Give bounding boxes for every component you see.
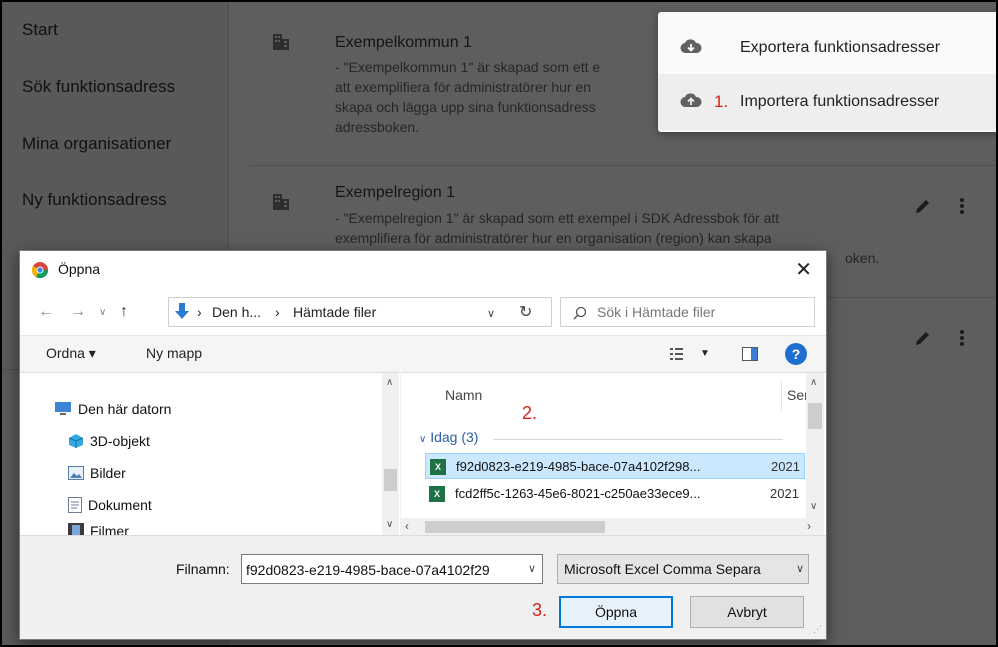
row-actions [913,196,965,216]
pictures-icon [68,466,84,480]
scroll-up-icon[interactable]: ∧ [386,377,393,388]
view-options-icon[interactable] [670,347,686,361]
filetype-dropdown-icon[interactable]: ∨ [796,562,804,575]
close-icon[interactable]: ✕ [795,257,812,282]
organize-button[interactable]: Ordna ▾ [46,345,96,362]
navigation-bar: ← → ∨ ↑ › Den h... › Hämtade filer ∨ ↻ [20,289,826,335]
step-1-marker: 1. [714,92,729,111]
scroll-thumb[interactable] [384,469,397,491]
more-vert-icon[interactable] [959,328,965,348]
up-arrow-icon[interactable]: ↑ [120,303,128,321]
preview-pane-icon[interactable] [742,347,758,361]
chrome-icon [32,262,48,278]
resize-grip-icon[interactable]: ⋰ [813,624,822,635]
app-window: Start Sök funktionsadress Mina organisat… [0,0,998,647]
forward-arrow-icon[interactable]: → [70,303,86,321]
export-menu-item[interactable]: Exportera funktionsadresser [658,20,996,76]
cancel-button[interactable]: Avbryt [690,596,804,628]
scroll-down-icon[interactable]: ∨ [810,501,817,512]
scroll-up-icon[interactable]: ∧ [810,377,817,388]
column-header-name[interactable]: Namn [445,387,482,403]
breadcrumb-this-pc[interactable]: Den h... [212,304,261,320]
back-arrow-icon[interactable]: ← [38,303,54,321]
edit-icon[interactable] [913,196,933,216]
refresh-icon[interactable]: ↻ [519,302,532,322]
dialog-titlebar: Öppna ✕ [20,251,826,289]
actions-menu: Exportera funktionsadresser 1. Importera… [658,12,996,132]
tree-item-pictures[interactable]: Bilder [68,465,126,481]
export-label: Exportera funktionsadresser [740,39,941,56]
breadcrumb-downloads[interactable]: Hämtade filer [293,304,376,320]
tree-item-this-pc[interactable]: Den här datorn [54,401,171,417]
tree-item-documents[interactable]: Dokument [68,497,152,513]
dialog-title: Öppna [58,261,101,277]
navigation-tree: Den här datorn 3D-objekt Bilder Dokument… [20,372,400,536]
scroll-down-icon[interactable]: ∨ [386,519,393,530]
filetype-select[interactable]: Microsoft Excel Comma Separa ∨ [557,554,809,584]
step-3-marker: 3. [532,600,548,620]
filename-input[interactable] [246,560,518,580]
chevron-down-icon[interactable]: ∨ [99,307,106,318]
filename-dropdown-icon[interactable]: ∨ [528,562,536,575]
file-row[interactable]: X fcd2ff5c-1263-45e6-8021-c250ae33ece9..… [425,481,805,507]
sidebar-item-search[interactable]: Sök funktionsadress [22,77,175,97]
dialog-footer: Filnamn: ∨ Microsoft Excel Comma Separa … [20,535,826,639]
address-dropdown-icon[interactable]: ∨ [487,307,495,320]
org-title[interactable]: Exempelregion 1 [335,184,455,202]
step-2-marker: 2. [522,403,538,423]
group-header-today[interactable]: ∨ Idag (3) [419,429,478,445]
help-icon[interactable]: ? [785,343,807,365]
file-vertical-scrollbar[interactable]: ∧ ∨ [806,373,824,518]
cloud-upload-icon [680,93,702,108]
scroll-left-icon[interactable]: ‹ [405,519,409,533]
cloud-download-icon [680,39,702,54]
edit-icon[interactable] [913,328,933,348]
sidebar-item-my-organizations[interactable]: Mina organisationer [22,134,171,154]
file-horizontal-scrollbar[interactable]: ‹ › [401,518,824,536]
tree-scrollbar[interactable]: ∧ ∨ [382,373,399,536]
excel-file-icon: X [430,459,446,475]
view-dropdown-icon[interactable]: ▼ [700,348,710,359]
scroll-thumb[interactable] [425,521,605,533]
import-menu-item[interactable]: 1. Importera funktionsadresser [658,74,996,130]
sidebar-item-start[interactable]: Start [22,20,58,40]
import-label: Importera funktionsadresser [740,93,940,110]
open-button[interactable]: Öppna [559,596,673,628]
sidebar-item-new-address[interactable]: Ny funktionsadress [22,190,167,210]
search-box[interactable] [560,297,815,327]
download-icon [175,303,189,319]
search-icon [573,306,587,320]
file-list: Namn Sena 2. ∨ Idag (3) X f92d0823-e219-… [401,372,826,536]
more-vert-icon[interactable] [959,196,965,216]
computer-icon [55,402,71,415]
row-actions [913,328,965,348]
building-icon [273,34,289,50]
search-input[interactable] [597,302,807,322]
filename-field[interactable]: ∨ [241,554,543,584]
scroll-right-icon[interactable]: › [807,519,811,533]
scroll-thumb[interactable] [808,403,822,429]
org-title[interactable]: Exempelkommun 1 [335,34,472,52]
tree-item-3d-objects[interactable]: 3D-objekt [68,433,150,449]
new-folder-button[interactable]: Ny mapp [146,345,202,361]
building-icon [273,194,289,210]
open-file-dialog: Öppna ✕ ← → ∨ ↑ › Den h... › Hämtade fil… [19,250,827,640]
cube-icon [68,434,84,448]
dialog-toolbar: Ordna ▾ Ny mapp ▼ ? [20,335,826,371]
document-icon [68,497,82,513]
filename-label: Filnamn: [176,561,230,577]
file-row[interactable]: X f92d0823-e219-4985-bace-07a4102f298...… [425,453,805,479]
address-bar[interactable]: › Den h... › Hämtade filer ∨ ↻ [168,297,552,327]
excel-file-icon: X [429,486,445,502]
